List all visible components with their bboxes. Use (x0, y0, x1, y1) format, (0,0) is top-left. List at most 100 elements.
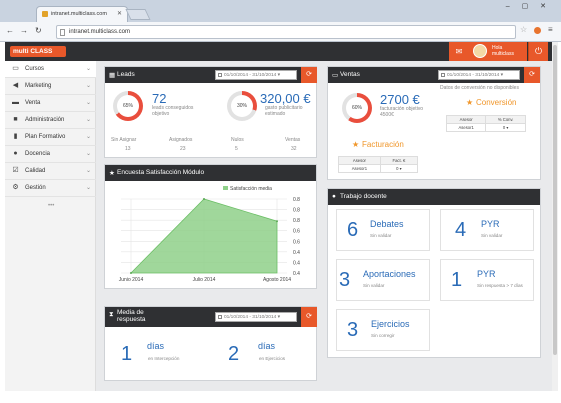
bookmark-star-icon[interactable]: ☆ (520, 25, 527, 34)
sidebar-collapse-handle[interactable]: ••• (48, 203, 54, 209)
ventas-money: 2700 € (380, 92, 420, 107)
window-controls[interactable]: – ▢ ✕ (506, 2, 551, 10)
table-row: Asesor1 0 ▾ (338, 164, 419, 173)
extension-icon[interactable] (534, 27, 541, 34)
sidebar-item-administracion[interactable]: ■ Administración ⌄ (5, 112, 96, 129)
close-tab-icon[interactable]: ✕ (117, 10, 122, 17)
media-sub: en Intercepción (148, 356, 180, 361)
data-point (276, 220, 278, 223)
sidebar-item-calidad[interactable]: ☑ Calidad ⌄ (5, 163, 96, 180)
chevron-down-icon: ⌄ (85, 151, 91, 157)
users-icon: ● (13, 150, 18, 157)
browser-tab[interactable]: intranet.multiclass.com ✕ (36, 6, 128, 22)
facturacion-title: Facturación (362, 140, 404, 149)
x-tick-label: Agosto 2014 (263, 277, 291, 283)
forward-icon[interactable]: → (20, 26, 28, 35)
y-tick-label: 0.8 (293, 218, 300, 224)
browser-menu-icon[interactable]: ≡ (548, 25, 553, 34)
ventas-progress-ring: 60% (342, 93, 372, 123)
mail-icon[interactable]: ✉ (449, 42, 469, 61)
tab-title: intranet.multiclass.com (51, 11, 107, 17)
area-series (130, 198, 278, 274)
leads-panel: ▦ Leads 01/10/2014 - 31/10/2014 ▾ ⟳ 65% … (104, 66, 317, 158)
facturacion-table: Asesor Fact. € Asesor1 0 ▾ (338, 156, 419, 173)
media-item: 1 días en Intercepción (111, 333, 206, 375)
ventas-money-caption: facturación objetivo 4500€ (380, 106, 424, 118)
sidebar-item-gestion[interactable]: ⚙ Gestión ⌄ (5, 180, 96, 197)
favicon-icon (42, 11, 48, 17)
page-scrollbar[interactable] (552, 42, 558, 391)
cell-number: 3 (347, 319, 359, 341)
power-icon[interactable]: ⏻ (528, 42, 548, 61)
ventas-header: ▭ Ventas 01/10/2014 - 31/10/2014 ▾ ⟳ (328, 67, 540, 83)
back-icon[interactable]: ← (6, 26, 14, 35)
address-bar[interactable]: intranet.multiclass.com (56, 25, 516, 39)
app-logo[interactable]: multi CLASS (10, 46, 66, 57)
media-number: 1 (121, 343, 133, 365)
briefcase-icon: ■ (13, 116, 18, 123)
x-tick-label: Julio 2014 (193, 277, 216, 283)
media-date-range[interactable]: 01/10/2014 - 31/10/2014 ▾ (215, 312, 297, 322)
monitor-icon: ▭ (332, 72, 339, 79)
sidebar-item-cursos[interactable]: ▭ Cursos ⌄ (5, 61, 96, 78)
sidebar-item-plan-formativo[interactable]: ▮ Plan Formativo ⌄ (5, 129, 96, 146)
media-number: 2 (228, 343, 240, 365)
cell-title: Ejercicios (371, 319, 410, 329)
ventas-date-range[interactable]: 01/10/2014 - 31/10/2014 ▾ (438, 70, 520, 80)
sidebar-item-venta[interactable]: ▬ Venta ⌄ (5, 95, 96, 112)
sidebar-item-docencia[interactable]: ● Docencia ⌄ (5, 146, 96, 163)
spend-ring-percent: 30% (231, 95, 253, 117)
stat-label: Asignados (169, 137, 193, 143)
stat-label: Ventas (285, 137, 301, 143)
cell-title: PYR (477, 269, 496, 279)
leads-title: Leads (117, 71, 135, 78)
cell-sub: Sin respuesta > 7 días (477, 283, 523, 288)
trabajo-cell-pyr-pending[interactable]: 1 PYR Sin respuesta > 7 días (440, 259, 534, 301)
scrollbar-thumb[interactable] (553, 45, 557, 355)
leads-count-caption: leads conseguidos objetivo (152, 105, 194, 117)
stat-value: 5 (235, 146, 238, 152)
leads-ring-percent: 65% (117, 95, 139, 117)
leads-date-range[interactable]: 01/10/2014 - 31/10/2014 ▾ (215, 70, 297, 80)
trabajo-cell-pyr[interactable]: 4 PYR Sin validar (440, 209, 534, 251)
page-icon (60, 29, 65, 36)
calendar-icon (218, 73, 222, 77)
sidebar-item-marketing[interactable]: ◀ Marketing ⌄ (5, 78, 96, 95)
avatar[interactable] (473, 44, 487, 58)
cell-sub: Sin validar (363, 283, 385, 288)
cell-title: Aportaciones (363, 269, 416, 279)
y-tick-label: 0.4 (293, 260, 300, 266)
trabajo-cell-debates[interactable]: 6 Debates Sin validar (336, 209, 430, 251)
leads-spend-caption: gasto publicitario estimado (265, 105, 303, 117)
stat-value: 23 (180, 146, 186, 152)
browser-toolbar: ← → ↻ intranet.multiclass.com (0, 22, 561, 42)
leads-refresh-button[interactable]: ⟳ (301, 67, 317, 83)
y-tick-label: 0.8 (293, 208, 300, 214)
trabajo-cell-ejercicios[interactable]: 3 Ejercicios Sin corregir (336, 309, 430, 351)
leads-header: ▦ Leads 01/10/2014 - 31/10/2014 ▾ ⟳ (105, 67, 317, 83)
user-name: Hola multiclass (492, 45, 514, 57)
encuesta-header: ★ Encuesta Satisfacción Módulo (105, 165, 316, 181)
megaphone-icon: ◀ (12, 82, 19, 89)
x-tick-label: Junio 2014 (119, 277, 144, 283)
legend-label: Satisfacción media (230, 186, 272, 192)
conversion-title: Conversión (476, 98, 517, 107)
cell-sub: Sin validar (370, 233, 392, 238)
stat-label: Sin Asignar (111, 137, 137, 143)
sidebar: ▭ Cursos ⌄ ◀ Marketing ⌄ ▬ Venta ⌄ ■ Administra… (5, 61, 96, 391)
facturacion-star-icon: ★ (352, 140, 360, 149)
folder-icon: ▭ (12, 65, 19, 72)
media-item: 2 días en Ejercicios (218, 333, 313, 375)
ventas-refresh-button[interactable]: ⟳ (524, 67, 540, 83)
chevron-down-icon: ⌄ (85, 185, 91, 191)
trabajo-panel: ● Trabajo docente 6 Debates Sin validar … (327, 188, 541, 358)
media-refresh-button[interactable]: ⟳ (301, 307, 317, 327)
trabajo-cell-aportaciones[interactable]: 3 Aportaciones Sin validar (336, 259, 430, 301)
gears-icon: ⚙ (12, 184, 19, 191)
cell-number: 4 (455, 219, 467, 241)
y-tick-label: 0.4 (293, 250, 300, 256)
cell-title: Debates (370, 219, 404, 229)
reload-icon[interactable]: ↻ (35, 26, 42, 35)
ventas-panel: ▭ Ventas 01/10/2014 - 31/10/2014 ▾ ⟳ 60%… (327, 66, 541, 180)
hourglass-icon: ⧗ (109, 311, 114, 318)
